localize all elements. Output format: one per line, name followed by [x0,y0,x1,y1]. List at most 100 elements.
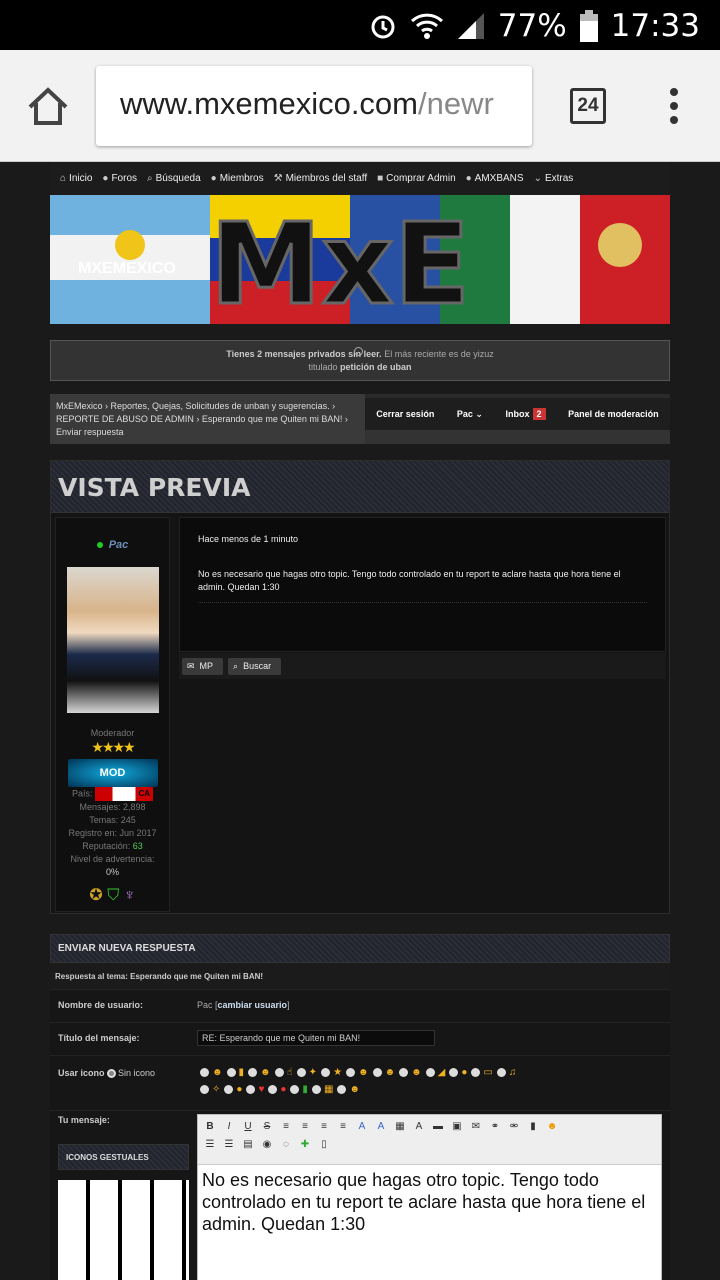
strike-button[interactable]: S [258,1118,276,1136]
online-indicator [96,542,103,548]
home-icon: ⌂ [60,173,67,184]
preview-button[interactable]: ▯ [315,1136,333,1154]
nav-forums[interactable]: ● Foros [102,173,137,184]
italic-button[interactable]: I [220,1118,238,1136]
warning-label: Nivel de advertencia: [70,854,155,864]
unlink-button[interactable]: ⚮ [505,1118,523,1136]
underline-button[interactable]: U [239,1118,257,1136]
avatar[interactable] [66,567,159,713]
message-editor[interactable]: B I U S ≡ ≡ ≡ ≡ A A ▦ A ▬ ▣ ✉ ⚭ ⚮ ▮ ☻ ☰ ☰ ▤ ◉ ◌ ✚ ▯ No es necesa… [197,1114,662,1280]
signal-icon [457,13,484,39]
no-icon-radio[interactable] [107,1069,117,1079]
web-page: ⌂ Inicio ● Foros ⌕ Búsqueda ● Miembros ⚒ Miem… [0,162,720,1280]
breadcrumb-line-1[interactable]: MxEMexico › Reportes, Quejas, Solicitude… [56,400,359,413]
nav-amxbans[interactable]: ● AMXBANS [466,173,524,184]
post-date: Hace menos de 1 minuto [198,534,299,544]
award-icons: ✪ ⛉ ♆ [56,885,169,905]
align-right-button[interactable]: ≡ [315,1118,333,1136]
subject-row: Título del mensaje: RE: Esperando que me… [50,1022,670,1055]
reputation-stat: Reputación: 63 [82,841,143,851]
logout-link[interactable]: Cerrar sesión [376,409,434,419]
user-bar: Cerrar sesión Pac ⌄ Inbox 2 Panel de mode… [365,398,670,430]
emoji-button[interactable]: ☻ [543,1118,561,1136]
nav-home[interactable]: ⌂ Inicio [60,173,92,184]
rule-button[interactable]: ▬ [429,1118,447,1136]
table-button[interactable]: ▤ [239,1136,257,1154]
nav-staff[interactable]: ⚒ Miembros del staff [274,173,367,184]
status-bar: 77% 17:33 [0,0,720,50]
gesture-icons-panel: ICONOS GESTUALES [58,1144,189,1280]
post-icon-options[interactable]: ☻ ▮ ☻ ☝ ✦ ★ ☻ ☻ ☻ ◢ ● ▭ ♫ ✧ ● ♥ ● ▮ ▦ ☻ [200,1064,640,1098]
clock: 17:33 [610,8,700,44]
browser-toolbar: www.mxemexico.com/newr 24 [0,50,720,162]
url-path: /newr [418,86,494,121]
gesture-icons-title: ICONOS GESTUALES [58,1144,189,1170]
chat-icon: ● [102,173,109,184]
search-button[interactable]: ⌕ Buscar [228,657,282,675]
banner-logo-text: MXEMEXICO [78,260,176,277]
number-list-button[interactable]: ☰ [220,1136,238,1154]
url-bar[interactable]: www.mxemexico.com/newr [96,66,532,146]
notice-text-3: titulado [308,362,338,372]
mod-panel-link[interactable]: Panel de moderación [568,409,659,419]
nav-extras[interactable]: ⌄ Extras [534,173,574,184]
breadcrumb-line-2[interactable]: REPORTE DE ABUSO DE ADMIN › Esperando qu… [56,413,359,426]
battery-percent: 77% [497,8,567,44]
wifi-icon [410,13,443,39]
rank-stars: ★★★★ [91,739,135,755]
site-banner[interactable]: MXEMEXICO MxE [50,195,670,324]
source-button[interactable]: ✚ [296,1136,314,1154]
close-icon[interactable] [354,347,363,356]
editor-content[interactable]: No es necesario que hagas otro topic. Te… [198,1165,661,1239]
posts-stat: Mensajes: 2,898 [79,802,146,812]
align-center-button[interactable]: ≡ [296,1118,314,1136]
code-button[interactable]: ◉ [258,1136,276,1154]
home-icon[interactable] [26,85,70,129]
align-left-button[interactable]: ≡ [277,1118,295,1136]
post-body: Hace menos de 1 minuto No es necesario q… [179,517,666,652]
alarm-icon [371,15,395,39]
pm-button[interactable]: ✉ MP [182,657,224,675]
nav-search[interactable]: ⌕ Búsqueda [147,173,201,184]
link-button[interactable]: ⚭ [486,1118,504,1136]
warning-value: 0% [105,867,119,877]
breadcrumb-line-3[interactable]: Enviar respuesta [56,426,359,439]
notice-topic-link[interactable]: petición de uban [340,362,412,372]
quote-button[interactable]: ◌ [277,1136,295,1154]
email-button[interactable]: ✉ [467,1118,485,1136]
banner-big-text: MxE [210,200,470,324]
reply-subtitle: Respuesta al tema: Esperando que me Quit… [50,963,670,989]
eraser-button[interactable]: A [410,1118,428,1136]
author-name[interactable]: Pac [56,539,169,551]
subject-input[interactable]: RE: Esperando que me Quiten mi BAN! [197,1030,435,1046]
font-button[interactable]: A [353,1118,371,1136]
video-button[interactable]: ▮ [524,1118,542,1136]
image-button[interactable]: ▣ [448,1118,466,1136]
inbox-link[interactable]: Inbox 2 [506,408,546,420]
nav-members[interactable]: ● Miembros [211,173,264,184]
author-profile: Pac Moderador ★★★★ MOD País: CA Mensajes… [55,517,170,912]
overflow-menu-icon[interactable] [664,88,684,128]
tab-switcher-button[interactable]: 24 [570,88,606,124]
gesture-icon-grid[interactable] [58,1180,189,1280]
username-row: Nombre de usuario: Pac [cambiar usuario] [50,989,670,1022]
post-message: No es necesario que hagas otro topic. Te… [198,569,621,592]
users-icon: ● [210,173,217,184]
bold-button[interactable]: B [201,1118,219,1136]
topics-stat: Temas: 245 [89,815,136,825]
justify-button[interactable]: ≡ [334,1118,352,1136]
nav-buy-admin[interactable]: ■ Comprar Admin [377,173,456,184]
bullet-list-button[interactable]: ☰ [201,1136,219,1154]
notice-text-2: El más reciente es de yizuz [384,349,494,359]
joined-stat: Registro en: Jun 2017 [68,828,157,838]
lock-icon: ■ [377,173,384,184]
country-row: País: CA [56,787,169,801]
size-button[interactable]: A [372,1118,390,1136]
change-user-link[interactable]: cambiar usuario [218,1000,288,1010]
pm-notice[interactable]: Tienes 2 mensajes privados sin leer. El … [50,340,670,381]
rank-title: Moderador [90,728,135,738]
color-button[interactable]: ▦ [391,1118,409,1136]
user-menu[interactable]: Pac ⌄ [457,409,483,420]
wings-award-icon: ♆ [123,887,136,904]
gavel-icon: ⚒ [273,173,283,184]
